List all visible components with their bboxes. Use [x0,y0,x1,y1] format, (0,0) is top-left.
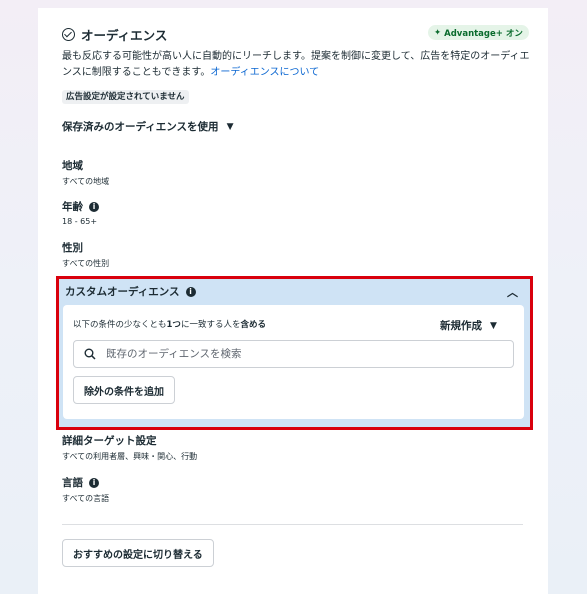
recommended-settings-button[interactable]: おすすめの設定に切り替える [62,539,214,567]
section-title: オーディエンス [81,28,168,43]
age-title: 年齢 [62,201,83,213]
status-badge: 広告設定が設定されていません [62,90,189,104]
age-field[interactable]: 年齢 i 18 - 65+ [62,199,99,226]
saved-audience-dropdown[interactable]: 保存済みのオーディエンスを使用 ▼ [62,119,233,134]
language-field[interactable]: 言語 i すべての言語 [62,475,109,504]
language-title: 言語 [62,477,83,489]
age-value: 18 - 65+ [62,217,98,226]
gender-field[interactable]: 性別 すべての性別 [62,240,109,269]
gender-value: すべての性別 [62,259,110,268]
info-icon[interactable]: i [89,201,99,212]
location-field[interactable]: 地域 すべての地域 [62,158,109,187]
gender-title: 性別 [62,242,83,254]
section-description: 最も反応する可能性が高い人に自動的にリーチします。提案を制御に変更して、広告を特… [62,49,532,81]
check-circle-icon [62,28,75,41]
info-icon[interactable]: i [89,477,99,488]
caret-down-icon: ▼ [226,121,234,132]
detailed-targeting-field[interactable]: 詳細ターゲット設定 すべての利用者層、興味・関心、行動 [62,433,197,462]
language-value: すべての言語 [62,494,110,503]
section-header: オーディエンス [62,25,167,44]
detailed-targeting-title: 詳細ターゲット設定 [62,435,157,447]
advantage-badge-label: Advantage+ オン [444,28,523,39]
divider [62,524,523,525]
highlight-frame [56,276,533,430]
location-title: 地域 [62,160,83,172]
audience-help-link[interactable]: オーディエンスについて [210,67,319,78]
sparkle-icon: ✦ [434,27,442,38]
advantage-badge[interactable]: ✦ Advantage+ オン [428,25,529,40]
detailed-targeting-value: すべての利用者層、興味・関心、行動 [62,452,198,461]
location-value: すべての地域 [62,177,110,186]
saved-audience-label: 保存済みのオーディエンスを使用 [62,121,219,133]
